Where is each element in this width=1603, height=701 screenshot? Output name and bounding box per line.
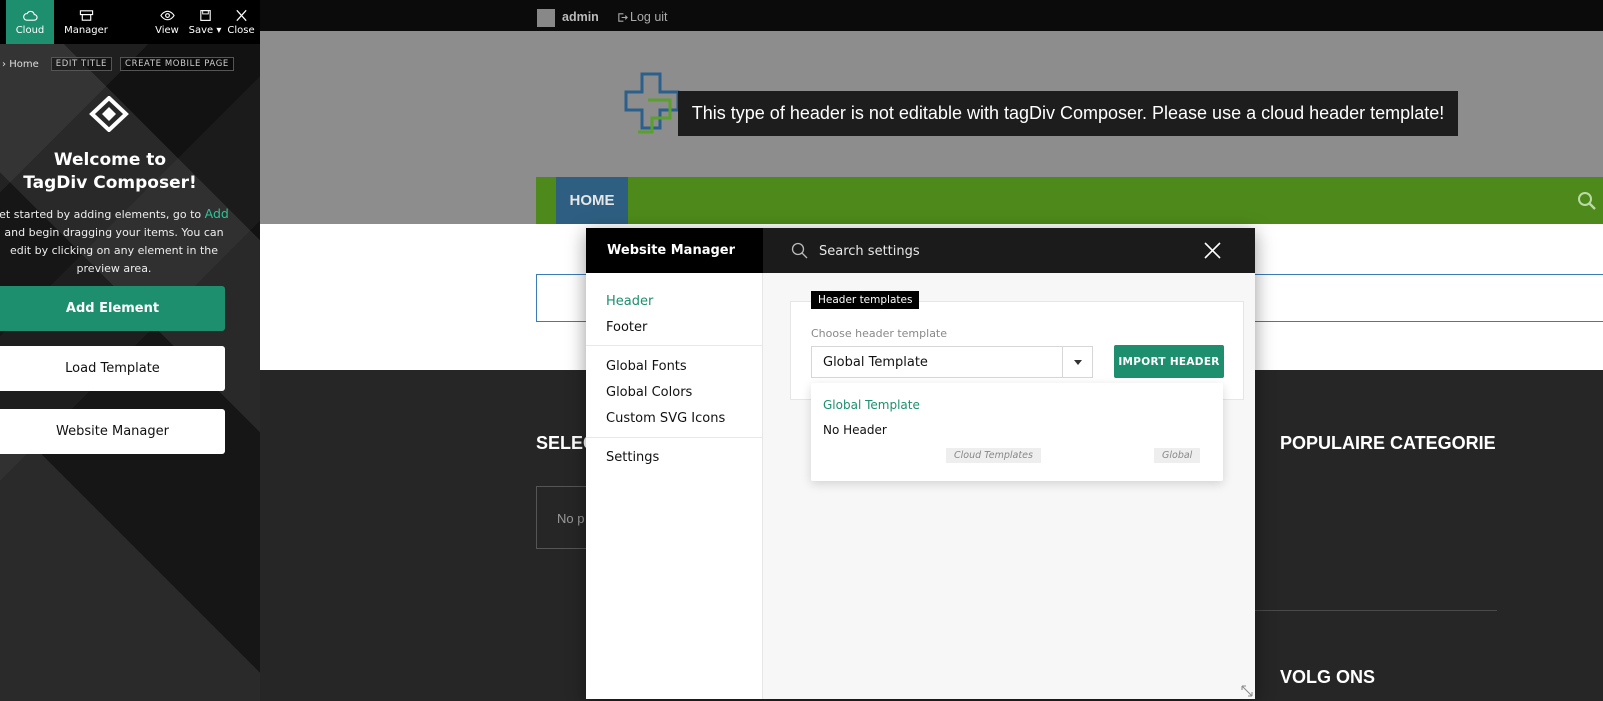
nav-item-global-fonts[interactable]: Global Fonts xyxy=(606,359,687,374)
website-manager-button[interactable]: Website Manager xyxy=(0,409,225,454)
cloud-templates-tag: Cloud Templates xyxy=(946,448,1041,463)
edit-title-button[interactable]: EDIT TITLE xyxy=(50,57,113,71)
nav-item-settings[interactable]: Settings xyxy=(606,450,659,465)
header-template-select[interactable]: Global Template xyxy=(811,346,1093,378)
footer-heading-populaire: POPULAIRE CATEGORIE xyxy=(1280,433,1496,453)
dropdown-option-no-header[interactable]: No Header xyxy=(823,423,887,437)
load-template-button[interactable]: Load Template xyxy=(0,346,225,391)
close-label: Close xyxy=(227,24,255,36)
admin-username[interactable]: admin xyxy=(562,10,599,24)
resize-icon[interactable] xyxy=(1241,685,1253,697)
create-mobile-page-button[interactable]: CREATE MOBILE PAGE xyxy=(120,57,234,71)
admin-bar xyxy=(260,0,1603,31)
close-button[interactable]: Close xyxy=(226,0,256,44)
composer-toolbar: Cloud Manager View Save ▾ Close xyxy=(0,0,260,44)
welcome-text: et started by adding elements, go to Add… xyxy=(0,206,229,275)
save-icon xyxy=(199,9,211,21)
search-icon[interactable] xyxy=(1577,191,1597,211)
cloud-icon xyxy=(22,10,38,21)
main-navigation: HOME xyxy=(536,177,1603,224)
avatar[interactable] xyxy=(537,9,555,27)
view-label: View xyxy=(155,24,179,36)
header-not-editable-notice: This type of header is not editable with… xyxy=(678,91,1458,136)
modal-content: Header templates Choose header template … xyxy=(763,273,1255,699)
global-tag: Global xyxy=(1154,448,1201,463)
eye-icon xyxy=(159,10,175,20)
footer-divider xyxy=(1252,610,1497,611)
nav-item-footer[interactable]: Footer xyxy=(606,320,647,335)
template-dropdown: Global Template No Header Cloud Template… xyxy=(811,383,1223,481)
breadcrumb: › Home EDIT TITLE CREATE MOBILE PAGE xyxy=(0,56,242,72)
nav-item-home[interactable]: HOME xyxy=(556,177,628,224)
modal-header: Website Manager xyxy=(586,228,1255,273)
close-icon[interactable] xyxy=(1203,241,1222,260)
manager-label: Manager xyxy=(64,24,108,36)
view-button[interactable]: View xyxy=(152,0,182,44)
choose-header-label: Choose header template xyxy=(811,327,948,340)
search-icon xyxy=(791,242,808,259)
save-label: Save ▾ xyxy=(188,24,222,36)
add-element-button[interactable]: Add Element xyxy=(0,286,225,331)
site-header-area[interactable]: This type of header is not editable with… xyxy=(260,31,1603,177)
footer-heading-volg-ons: VOLG ONS xyxy=(1280,667,1376,687)
nav-divider xyxy=(586,437,762,438)
modal-title: Website Manager xyxy=(586,228,763,273)
logout-icon xyxy=(618,12,628,22)
manager-icon xyxy=(79,9,93,21)
composer-sidebar: Cloud Manager View Save ▾ Close › Home E… xyxy=(0,0,260,701)
cloud-label: Cloud xyxy=(15,24,45,36)
nav-divider xyxy=(586,345,762,346)
dropdown-option-global-template[interactable]: Global Template xyxy=(823,398,920,412)
tagdiv-logo-icon xyxy=(89,96,129,132)
modal-sidebar-nav: Header Footer Global Fonts Global Colors… xyxy=(586,273,763,699)
select-value: Global Template xyxy=(823,354,928,370)
nav-item-global-colors[interactable]: Global Colors xyxy=(606,385,692,400)
import-header-button[interactable]: IMPORT HEADER xyxy=(1114,345,1224,378)
cloud-button[interactable]: Cloud xyxy=(6,0,54,44)
add-link[interactable]: Add xyxy=(205,206,229,221)
welcome-title: Welcome to TagDiv Composer! xyxy=(23,150,197,193)
site-logo-cross xyxy=(624,72,680,134)
nav-item-custom-svg-icons[interactable]: Custom SVG Icons xyxy=(606,411,725,426)
website-manager-modal: Website Manager Header Footer Global Fon… xyxy=(586,228,1255,699)
logout-link[interactable]: Log uit xyxy=(617,10,668,24)
breadcrumb-home[interactable]: › Home xyxy=(0,59,39,70)
save-button[interactable]: Save ▾ xyxy=(186,0,224,44)
manager-button[interactable]: Manager xyxy=(58,0,114,44)
close-icon xyxy=(235,9,247,21)
panel-tag: Header templates xyxy=(811,291,920,309)
nav-item-header[interactable]: Header xyxy=(606,294,653,309)
search-settings-input[interactable] xyxy=(819,239,1199,263)
chevron-down-icon[interactable] xyxy=(1062,347,1092,377)
